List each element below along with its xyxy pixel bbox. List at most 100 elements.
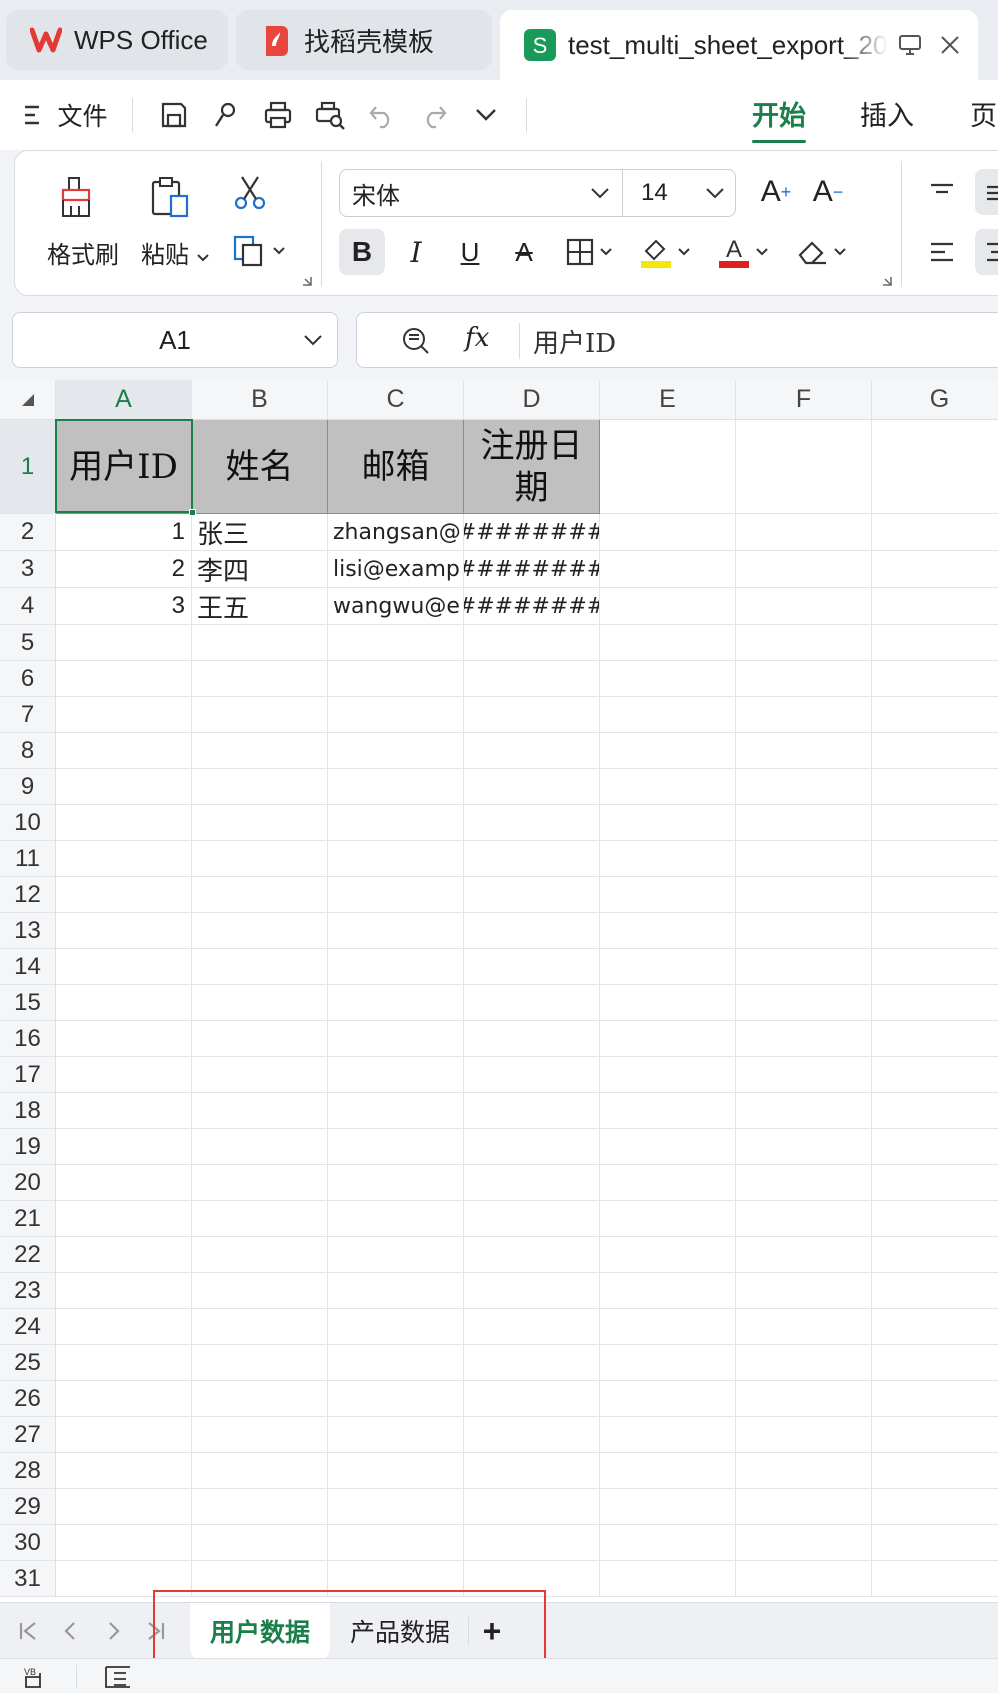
empty-cell[interactable] bbox=[600, 625, 736, 661]
row-header[interactable]: 26 bbox=[0, 1381, 56, 1417]
ribbon-tab-insert[interactable]: 插入 bbox=[860, 94, 914, 133]
empty-cell[interactable] bbox=[192, 1561, 328, 1597]
empty-cell[interactable] bbox=[56, 1309, 192, 1345]
empty-cell[interactable] bbox=[872, 1273, 998, 1309]
empty-cell[interactable] bbox=[192, 913, 328, 949]
empty-cell[interactable] bbox=[464, 1381, 600, 1417]
clear-format-button[interactable] bbox=[789, 229, 853, 275]
empty-cell[interactable] bbox=[192, 697, 328, 733]
name-box[interactable]: A1 bbox=[12, 312, 338, 368]
empty-cell[interactable] bbox=[192, 1057, 328, 1093]
column-header-d[interactable]: D bbox=[464, 380, 600, 420]
empty-cell[interactable] bbox=[56, 1561, 192, 1597]
empty-cell[interactable] bbox=[600, 1237, 736, 1273]
align-center-icon[interactable] bbox=[975, 229, 998, 275]
undo-icon[interactable] bbox=[360, 80, 404, 150]
column-header-f[interactable]: F bbox=[736, 380, 872, 420]
empty-cell[interactable] bbox=[192, 1093, 328, 1129]
empty-cell[interactable] bbox=[192, 1381, 328, 1417]
row-header[interactable]: 8 bbox=[0, 733, 56, 769]
empty-cell[interactable] bbox=[192, 1417, 328, 1453]
empty-cell[interactable] bbox=[192, 805, 328, 841]
prev-sheet-icon[interactable] bbox=[52, 1613, 88, 1649]
row-header[interactable]: 24 bbox=[0, 1309, 56, 1345]
empty-cell[interactable] bbox=[736, 1201, 872, 1237]
empty-cell[interactable] bbox=[736, 1561, 872, 1597]
empty-cell[interactable] bbox=[56, 1417, 192, 1453]
empty-cell[interactable] bbox=[872, 1129, 998, 1165]
row-header[interactable]: 28 bbox=[0, 1453, 56, 1489]
data-cell[interactable]: 1 bbox=[56, 514, 192, 551]
empty-cell[interactable] bbox=[192, 1453, 328, 1489]
row-header[interactable]: 5 bbox=[0, 625, 56, 661]
empty-cell[interactable] bbox=[464, 1093, 600, 1129]
empty-cell[interactable] bbox=[736, 588, 872, 625]
fx-icon[interactable]: fx bbox=[465, 323, 489, 353]
empty-cell[interactable] bbox=[872, 1021, 998, 1057]
column-header-b[interactable]: B bbox=[192, 380, 328, 420]
empty-cell[interactable] bbox=[600, 1057, 736, 1093]
sheet-tab-products[interactable]: 产品数据 bbox=[332, 1603, 468, 1659]
row-header[interactable]: 2 bbox=[0, 514, 56, 551]
empty-cell[interactable] bbox=[192, 1021, 328, 1057]
font-name-dropdown[interactable]: 宋体 bbox=[339, 169, 623, 217]
empty-cell[interactable] bbox=[464, 949, 600, 985]
empty-cell[interactable] bbox=[328, 1129, 464, 1165]
tab-template[interactable]: 找稻壳模板 bbox=[236, 10, 492, 70]
empty-cell[interactable] bbox=[600, 1561, 736, 1597]
empty-cell[interactable] bbox=[56, 1273, 192, 1309]
empty-cell[interactable] bbox=[600, 1417, 736, 1453]
empty-cell[interactable] bbox=[464, 1489, 600, 1525]
format-painter-icon[interactable] bbox=[51, 173, 105, 223]
empty-cell[interactable] bbox=[464, 1309, 600, 1345]
empty-cell[interactable] bbox=[192, 1309, 328, 1345]
empty-cell[interactable] bbox=[464, 769, 600, 805]
empty-cell[interactable] bbox=[464, 1057, 600, 1093]
column-header-e[interactable]: E bbox=[600, 380, 736, 420]
empty-cell[interactable] bbox=[600, 1129, 736, 1165]
row-header[interactable]: 3 bbox=[0, 551, 56, 588]
row-header[interactable]: 4 bbox=[0, 588, 56, 625]
empty-cell[interactable] bbox=[328, 1525, 464, 1561]
empty-cell[interactable] bbox=[464, 1021, 600, 1057]
empty-cell[interactable] bbox=[600, 551, 736, 588]
empty-cell[interactable] bbox=[192, 733, 328, 769]
row-header[interactable]: 6 bbox=[0, 661, 56, 697]
monitor-icon[interactable] bbox=[898, 34, 922, 56]
empty-cell[interactable] bbox=[56, 661, 192, 697]
empty-cell[interactable] bbox=[872, 1417, 998, 1453]
empty-cell[interactable] bbox=[872, 1561, 998, 1597]
empty-cell[interactable] bbox=[600, 1489, 736, 1525]
empty-cell[interactable] bbox=[464, 1237, 600, 1273]
empty-cell[interactable] bbox=[736, 1021, 872, 1057]
empty-cell[interactable] bbox=[464, 1201, 600, 1237]
empty-cell[interactable] bbox=[328, 949, 464, 985]
empty-cell[interactable] bbox=[872, 1201, 998, 1237]
column-header-c[interactable]: C bbox=[328, 380, 464, 420]
empty-cell[interactable] bbox=[736, 1057, 872, 1093]
empty-cell[interactable] bbox=[328, 877, 464, 913]
empty-cell[interactable] bbox=[328, 661, 464, 697]
decrease-font-size-icon[interactable]: A − bbox=[805, 169, 851, 215]
format-painter-label[interactable]: 格式刷 bbox=[47, 235, 119, 270]
empty-cell[interactable] bbox=[600, 841, 736, 877]
empty-cell[interactable] bbox=[736, 949, 872, 985]
empty-cell[interactable] bbox=[464, 1525, 600, 1561]
row-header[interactable]: 16 bbox=[0, 1021, 56, 1057]
empty-cell[interactable] bbox=[736, 877, 872, 913]
row-header[interactable]: 9 bbox=[0, 769, 56, 805]
empty-cell[interactable] bbox=[600, 985, 736, 1021]
empty-cell[interactable] bbox=[872, 625, 998, 661]
empty-cell[interactable] bbox=[736, 769, 872, 805]
empty-cell[interactable] bbox=[872, 877, 998, 913]
empty-cell[interactable] bbox=[328, 1093, 464, 1129]
macro-recorder-icon[interactable]: VB bbox=[22, 1665, 50, 1689]
empty-cell[interactable] bbox=[56, 1129, 192, 1165]
empty-cell[interactable] bbox=[192, 985, 328, 1021]
data-cell[interactable]: wangwu@e bbox=[328, 588, 464, 625]
empty-cell[interactable] bbox=[872, 1345, 998, 1381]
empty-cell[interactable] bbox=[328, 1021, 464, 1057]
redo-icon[interactable] bbox=[412, 80, 456, 150]
row-header[interactable]: 13 bbox=[0, 913, 56, 949]
empty-cell[interactable] bbox=[600, 1093, 736, 1129]
